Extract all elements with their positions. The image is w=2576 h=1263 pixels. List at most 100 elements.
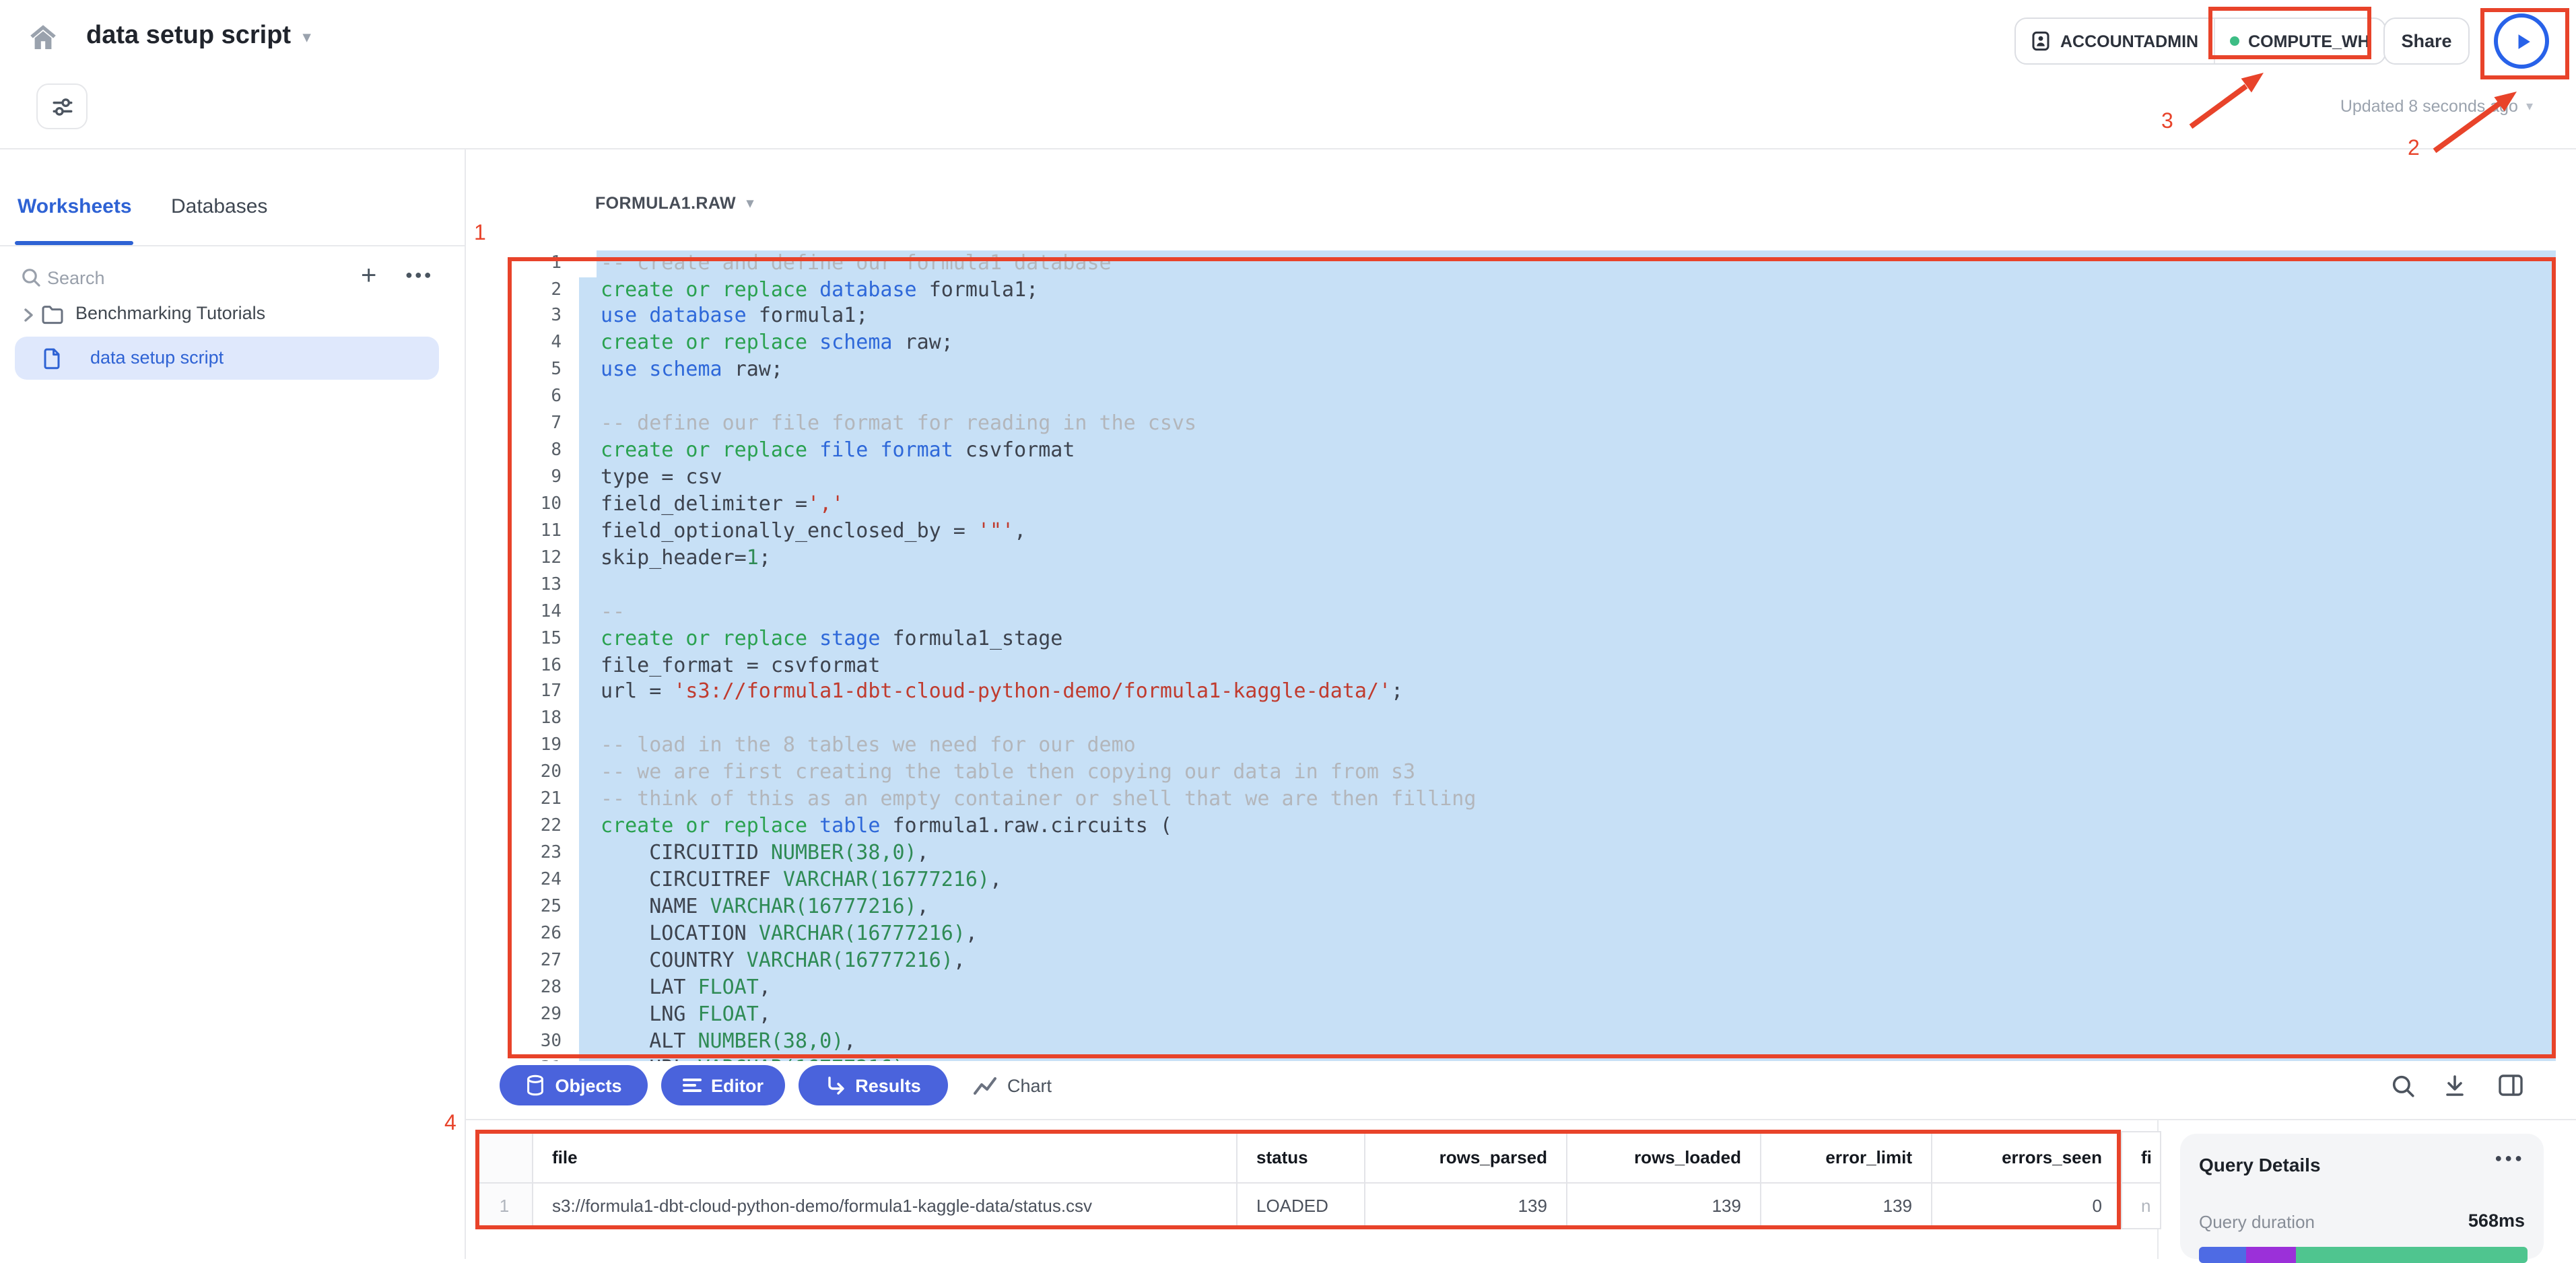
code-line[interactable]: 29 LNG FLOAT, [466,1001,2576,1028]
objects-button[interactable]: Objects [500,1065,648,1105]
query-details-title: Query Details [2199,1154,2321,1175]
code-line[interactable]: 16file_format = csvformat [466,652,2576,679]
table-cell[interactable]: 0 [1932,1184,2122,1228]
worksheet-search[interactable]: Search + ●●● [0,263,465,298]
run-button[interactable] [2494,13,2549,69]
code-line[interactable]: 30 ALT NUMBER(38,0), [466,1028,2576,1055]
column-header[interactable]: file [533,1132,1238,1184]
code-line[interactable]: 5use schema raw; [466,357,2576,384]
worksheet-title[interactable]: data setup script ▾ [86,22,310,51]
sidebar-item-folder[interactable]: Benchmarking Tutorials [0,299,465,331]
column-header[interactable]: rows_loaded [1567,1132,1761,1184]
warehouse-selector[interactable]: COMPUTE_WH [2214,19,2385,63]
lines-icon [683,1076,702,1095]
code-line[interactable]: 24 CIRCUITREF VARCHAR(16777216), [466,867,2576,894]
role-selector[interactable]: ACCOUNTADMIN [2016,19,2213,63]
search-input[interactable]: Search [47,268,105,288]
results-data-row[interactable]: 1s3://formula1-dbt-cloud-python-demo/for… [477,1184,2160,1228]
code-line[interactable]: 23 CIRCUITID NUMBER(38,0), [466,840,2576,867]
table-cell[interactable]: 139 [1567,1184,1761,1228]
code-line[interactable]: 12skip_header=1; [466,545,2576,572]
chart-label: Chart [1007,1075,1052,1095]
code-line[interactable]: 26 LOCATION VARCHAR(16777216), [466,921,2576,948]
code-line[interactable]: 8create or replace file format csvformat [466,438,2576,465]
context-caret: ▾ [747,196,753,211]
search-icon [20,267,42,288]
code-line[interactable]: 20-- we are first creating the table the… [466,760,2576,787]
column-header[interactable]: errors_seen [1932,1132,2122,1184]
split-pane-button[interactable] [2497,1072,2523,1099]
editor-button[interactable]: Editor [661,1065,785,1105]
query-details-menu-button[interactable]: ●●● [2495,1151,2525,1165]
results-header-row: filestatusrows_parsedrows_loadederror_li… [477,1132,2160,1184]
code-line[interactable]: 19-- load in the 8 tables we need for ou… [466,733,2576,760]
column-header[interactable] [477,1132,533,1184]
share-button[interactable]: Share [2383,18,2470,65]
code-line[interactable]: 31 URL VARCHAR(16777216), [466,1055,2576,1061]
download-results-button[interactable] [2441,1072,2468,1099]
worksheet-options-button[interactable] [36,83,88,129]
folder-label: Benchmarking Tutorials [75,303,265,323]
code-line[interactable]: 22create or replace table formula1.raw.c… [466,813,2576,840]
column-header[interactable]: rows_parsed [1365,1132,1567,1184]
table-cell[interactable]: s3://formula1-dbt-cloud-python-demo/form… [533,1184,1238,1228]
query-duration-value: 568ms [2468,1210,2525,1231]
code-line[interactable]: 21-- think of this as an empty container… [466,786,2576,813]
code-line[interactable]: 17url = 's3://formula1-dbt-cloud-python-… [466,679,2576,706]
table-cell[interactable]: 139 [1761,1184,1932,1228]
code-line[interactable]: 18 [466,706,2576,733]
new-worksheet-button[interactable]: + [361,261,376,292]
code-line[interactable]: 14-- [466,599,2576,625]
return-arrow-icon [825,1075,846,1095]
code-line[interactable]: 11field_optionally_enclosed_by = '"', [466,518,2576,545]
code-line[interactable]: 10field_delimiter =',' [466,491,2576,518]
objects-label: Objects [555,1075,621,1095]
code-line[interactable]: 3use database formula1; [466,304,2576,331]
code-line[interactable]: 2create or replace database formula1; [466,277,2576,304]
code-line[interactable]: 27 COUNTRY VARCHAR(16777216), [466,948,2576,975]
table-cell[interactable]: 139 [1365,1184,1567,1228]
results-label: Results [855,1075,921,1095]
sql-editor[interactable]: 1-- create and define our formula1 datab… [466,237,2576,1061]
code-line[interactable]: 9type = csv [466,465,2576,491]
role-label: ACCOUNTADMIN [2060,32,2198,50]
column-header[interactable]: fi [2122,1132,2160,1184]
role-warehouse-selector: ACCOUNTADMIN COMPUTE_WH [2014,18,2386,65]
results-button[interactable]: Results [799,1065,948,1105]
database-schema-selector[interactable]: FORMULA1.RAW ▾ [595,194,753,213]
tab-worksheets[interactable]: Worksheets [18,195,132,218]
updated-status[interactable]: Updated 8 seconds ago ▾ [2340,97,2533,116]
tab-databases[interactable]: Databases [171,195,267,218]
play-icon [2508,28,2535,55]
home-icon[interactable] [27,22,59,54]
folder-icon [40,303,65,326]
code-line[interactable]: 1-- create and define our formula1 datab… [466,250,2576,277]
snowsight-worksheet-page: data setup script ▾ ACCOUNTADMIN [0,0,2576,1259]
results-table[interactable]: filestatusrows_parsedrows_loadederror_li… [475,1131,2161,1229]
sidebar-more-button[interactable]: ●●● [405,268,434,281]
search-results-button[interactable] [2389,1072,2416,1099]
table-cell[interactable]: n [2122,1184,2160,1228]
table-cell[interactable]: 1 [477,1184,533,1228]
column-header[interactable]: error_limit [1761,1132,1932,1184]
download-icon [2443,1072,2467,1098]
code-line[interactable]: 13 [466,572,2576,599]
code-line[interactable]: 4create or replace schema raw; [466,331,2576,357]
code-line[interactable]: 7-- define our file format for reading i… [466,411,2576,438]
code-line[interactable]: 25 NAME VARCHAR(16777216), [466,894,2576,921]
code-line[interactable]: 28 LAT FLOAT, [466,974,2576,1001]
sidebar-item-selected[interactable]: data setup script [15,337,439,380]
share-label: Share [2401,31,2451,51]
chart-button[interactable]: Chart [974,1065,1052,1105]
top-header: data setup script ▾ ACCOUNTADMIN [0,0,2576,149]
query-duration-label: Query duration [2199,1212,2315,1232]
tab-databases-label: Databases [171,195,267,218]
table-cell[interactable]: LOADED [1238,1184,1365,1228]
column-header[interactable]: status [1238,1132,1365,1184]
split-columns-icon [2497,1073,2523,1097]
warehouse-status-dot [2229,36,2239,46]
code-line[interactable]: 15create or replace stage formula1_stage [466,625,2576,652]
sliders-icon [50,95,73,118]
user-badge-icon [2031,31,2051,51]
code-line[interactable]: 6 [466,384,2576,411]
